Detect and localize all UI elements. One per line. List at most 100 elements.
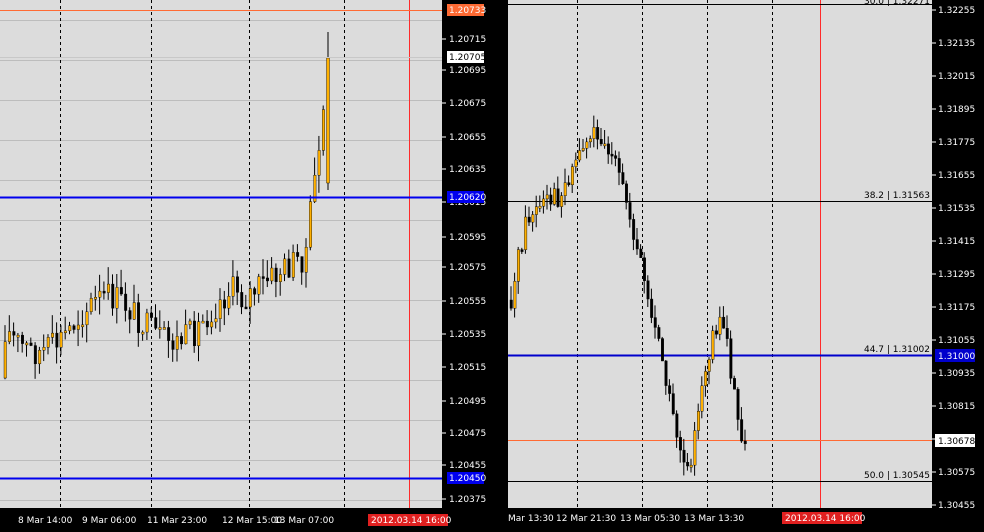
candle-body	[714, 330, 718, 335]
price-axis-label: 1.31175	[938, 303, 975, 313]
candle-body	[205, 320, 209, 328]
fibonacci-level-label: 38.2 | 1.31563	[864, 191, 930, 201]
candle-body	[560, 195, 564, 207]
candle-body	[567, 182, 571, 186]
candle-body	[300, 256, 304, 273]
candle-body	[520, 249, 524, 252]
candle-body	[149, 312, 153, 318]
price-axis-label: 1.20475	[449, 429, 486, 439]
price-axis-label: 1.20635	[449, 165, 486, 175]
candle-body	[171, 340, 175, 350]
candle-body	[632, 219, 636, 240]
candle-body	[180, 336, 184, 345]
candle-body	[646, 280, 650, 300]
price-axis-label: 1.20675	[449, 99, 486, 109]
candle-body	[132, 302, 136, 320]
candle-body	[76, 324, 80, 330]
candle-body	[538, 205, 542, 209]
candle-body	[696, 411, 700, 431]
candle-body	[322, 109, 325, 151]
top-line-tag-label: 1.20733	[449, 6, 486, 16]
candle-body	[599, 139, 603, 145]
candle-body	[650, 298, 654, 318]
candle-body	[635, 239, 639, 250]
candle-body	[25, 342, 29, 346]
candle-body	[214, 318, 218, 323]
right-chart-panel[interactable]: 30.0 | 1.32271 38.2 | 1.31563 44.7 | 1.310…	[508, 0, 984, 532]
candle-body	[606, 143, 610, 155]
candle-body	[610, 153, 614, 157]
time-axis-label: 13 Mar 07:00	[274, 516, 334, 526]
candle-body	[542, 198, 546, 207]
current-price-tag-label: 1.20705	[449, 53, 486, 63]
candle-body	[162, 327, 166, 330]
candle-body	[287, 258, 291, 278]
candle-body	[304, 246, 308, 273]
candle-body	[184, 324, 188, 345]
price-axis-label: 1.20555	[449, 297, 486, 307]
candle-body	[722, 316, 726, 329]
fibonacci-level-label: 30.0 | 1.32271	[864, 0, 930, 7]
candle-body	[51, 332, 54, 338]
candle-body	[516, 249, 520, 282]
candle-body	[621, 172, 625, 185]
candle-body	[81, 324, 85, 328]
candle-body	[94, 297, 98, 300]
chart-divider	[486, 0, 508, 532]
candle-body	[581, 148, 585, 151]
price-axis-label: 1.30455	[938, 501, 975, 511]
date-marker-tag-label: 2012.03.14 16:00	[371, 516, 452, 526]
candle-body	[309, 201, 312, 248]
candle-body	[210, 321, 214, 328]
candle-body	[743, 440, 747, 445]
candle-body	[240, 292, 244, 308]
candle-body	[119, 287, 123, 295]
candle-body	[201, 320, 205, 324]
candle-body	[279, 274, 282, 282]
candle-body	[678, 437, 682, 451]
price-axis-label: 1.30935	[938, 369, 975, 379]
candle-body	[545, 194, 549, 200]
time-axis-label: 8 Mar 14:00	[18, 516, 73, 526]
candle-body	[137, 302, 141, 333]
candle-body	[227, 296, 231, 309]
left-chart-panel[interactable]: 1.20715 1.20695 1.20675 1.20655 1.20635 1.206…	[0, 0, 486, 532]
candle-body	[657, 327, 661, 339]
time-axis-label: 11 Mar 23:00	[147, 516, 207, 526]
candle-body	[145, 312, 149, 333]
candle-body	[642, 257, 646, 281]
fibonacci-level-label: 44.7 | 1.31002	[864, 345, 930, 355]
lower-level-tag-label: 1.20450	[449, 474, 486, 484]
time-axis-label: Mar 13:30	[508, 514, 554, 524]
candle-body	[509, 299, 513, 309]
candle-body	[102, 290, 106, 294]
candle-body	[639, 248, 643, 258]
candle-body	[574, 159, 578, 167]
price-axis-label: 1.20375	[449, 495, 486, 505]
right-price-chart[interactable]: 30.0 | 1.32271 38.2 | 1.31563 44.7 | 1.310…	[508, 0, 984, 532]
candle-body	[3, 341, 7, 379]
candle-body	[527, 216, 531, 223]
left-price-chart[interactable]: 1.20715 1.20695 1.20675 1.20655 1.20635 1.206…	[0, 0, 486, 532]
candle-body	[686, 461, 690, 467]
candle-body	[33, 345, 37, 365]
candle-body	[291, 252, 295, 278]
candle-body	[524, 216, 528, 250]
candle-body	[85, 311, 89, 326]
candle-body	[68, 325, 72, 332]
price-axis-label: 1.32255	[938, 6, 975, 16]
price-axis-label: 1.20495	[449, 397, 486, 407]
upper-level-tag-label: 1.20620	[449, 193, 486, 203]
candle-body	[614, 155, 618, 159]
candle-body	[671, 393, 675, 415]
candle-body	[188, 320, 192, 325]
price-axis-label: 1.20595	[449, 233, 486, 243]
candle-body	[736, 389, 740, 420]
time-axis-label: 13 Mar 13:30	[684, 514, 744, 524]
candle-body	[549, 194, 553, 205]
candle-body	[175, 336, 179, 350]
candle-body	[154, 317, 158, 329]
price-axis-label: 1.20715	[449, 35, 486, 45]
candle-body	[535, 206, 538, 215]
candle-body	[46, 337, 50, 348]
